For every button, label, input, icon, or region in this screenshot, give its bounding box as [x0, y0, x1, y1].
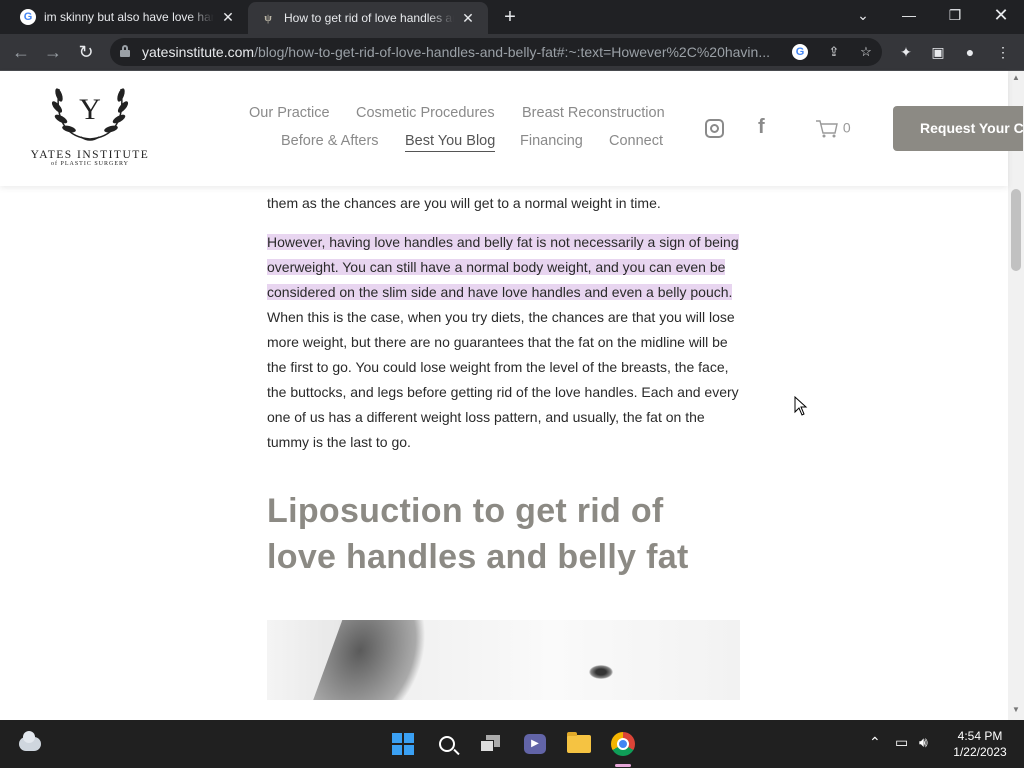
browser-toolbar: ← → ↻ yatesinstitute.com/blog/how-to-get…	[0, 34, 1024, 71]
google-lens-icon[interactable]: G	[792, 44, 808, 60]
back-button[interactable]: ←	[8, 39, 34, 65]
nav-breast-reconstruction[interactable]: Breast Reconstruction	[522, 105, 665, 121]
site-logo[interactable]: Y YATES INSTITUTE of PLASTIC SURGERY	[30, 81, 150, 176]
profile-icon[interactable]: ●	[960, 42, 980, 62]
scrollbar-thumb[interactable]	[1011, 189, 1021, 271]
nav-cosmetic-procedures[interactable]: Cosmetic Procedures	[356, 105, 495, 121]
bookmark-star-icon[interactable]: ☆	[856, 42, 876, 62]
forward-button[interactable]: →	[40, 39, 66, 65]
volume-icon[interactable]: 🔊︎	[919, 734, 928, 751]
tab-search[interactable]: G im skinny but also have love handles ✕	[8, 0, 248, 34]
reload-button[interactable]: ↻	[73, 39, 99, 65]
instagram-icon[interactable]	[705, 119, 724, 138]
shopping-cart-icon	[816, 120, 838, 138]
tab-title: im skinny but also have love handles	[44, 10, 214, 24]
close-icon[interactable]: ✕	[460, 10, 476, 27]
cart-button[interactable]: 0	[815, 119, 851, 139]
windows-start-icon[interactable]	[389, 730, 417, 758]
article-body: overweight, you should definitely give t…	[267, 186, 741, 700]
site-header: Y YATES INSTITUTE of PLASTIC SURGERY Our…	[0, 71, 1023, 186]
minimize-button[interactable]: —	[886, 0, 932, 30]
nav-financing[interactable]: Financing	[520, 133, 583, 149]
logo-letter: Y	[79, 93, 101, 126]
yates-y-icon: ψ	[264, 12, 272, 24]
side-panel-icon[interactable]: ▣	[928, 42, 948, 62]
laurel-wreath-icon: Y	[45, 81, 135, 143]
tab-title: How to get rid of love handles and belly…	[284, 11, 454, 25]
nav-connect[interactable]: Connect	[609, 133, 663, 149]
task-view-icon[interactable]	[477, 730, 505, 758]
file-explorer-icon[interactable]	[565, 730, 593, 758]
close-icon[interactable]: ✕	[220, 9, 236, 26]
close-window-button[interactable]: ✕	[978, 0, 1024, 30]
menu-kebab-icon[interactable]: ⋮	[993, 42, 1013, 62]
section-heading: Liposuction to get rid of love handles a…	[267, 492, 689, 576]
nav-best-you-blog[interactable]: Best You Blog	[405, 133, 496, 152]
chrome-icon[interactable]	[609, 730, 637, 758]
active-app-indicator	[615, 764, 631, 767]
article-viewport: overweight, you should definitely give t…	[0, 186, 1008, 720]
request-consultation-button[interactable]: Request Your Consultation	[893, 106, 1023, 151]
address-bar[interactable]: yatesinstitute.com/blog/how-to-get-rid-o…	[110, 38, 882, 66]
tab-search-dropdown-icon[interactable]: ⌄	[840, 0, 886, 30]
search-icon[interactable]	[433, 730, 461, 758]
logo-name: YATES INSTITUTE	[30, 149, 150, 161]
tab-strip: G im skinny but also have love handles ✕…	[0, 0, 1024, 34]
teams-chat-icon[interactable]: ▶	[521, 730, 549, 758]
share-icon[interactable]: ⇪	[824, 42, 844, 62]
url-text[interactable]: yatesinstitute.com/blog/how-to-get-rid-o…	[142, 44, 782, 60]
clock-time: 4:54 PM	[957, 729, 1003, 743]
google-g-icon: G	[20, 9, 36, 25]
article-photo	[267, 620, 740, 700]
nav-our-practice[interactable]: Our Practice	[249, 105, 330, 121]
paragraph-text: When this is the case, when you try diet…	[267, 309, 739, 450]
chevron-up-icon[interactable]: ⌃	[869, 734, 881, 751]
paragraph-overweight: overweight, you should definitely give t…	[267, 195, 661, 211]
tab-article[interactable]: ψ How to get rid of love handles and bel…	[248, 2, 488, 34]
facebook-icon[interactable]: f	[758, 116, 765, 139]
weather-widget-icon[interactable]	[16, 730, 44, 758]
scroll-down-arrow-icon[interactable]: ▼	[1008, 705, 1024, 714]
extensions-puzzle-icon[interactable]: ✦	[896, 42, 916, 62]
paragraph-love-handles: However, having love handles and belly f…	[267, 230, 741, 455]
page-scrollbar[interactable]: ▲ ▼	[1008, 71, 1024, 720]
new-tab-button[interactable]: +	[498, 5, 522, 29]
lock-icon	[120, 45, 130, 57]
scroll-up-arrow-icon[interactable]: ▲	[1008, 73, 1024, 82]
mouse-cursor-icon	[794, 396, 808, 416]
cart-count: 0	[842, 119, 851, 136]
nav-before-afters[interactable]: Before & Afters	[281, 133, 379, 149]
network-icon[interactable]: ▭	[895, 734, 908, 751]
clock-date: 1/22/2023	[953, 745, 1007, 759]
logo-subtitle: of PLASTIC SURGERY	[50, 161, 129, 167]
restore-button[interactable]: ❐	[932, 0, 978, 30]
highlighted-text: However, having love handles and belly f…	[267, 234, 739, 300]
system-clock[interactable]: 4:54 PM 1/22/2023	[940, 728, 1020, 760]
windows-taskbar: ▶ ⌃ ▭ 🔊︎ 4:54 PM 1/22/2023	[0, 720, 1024, 768]
